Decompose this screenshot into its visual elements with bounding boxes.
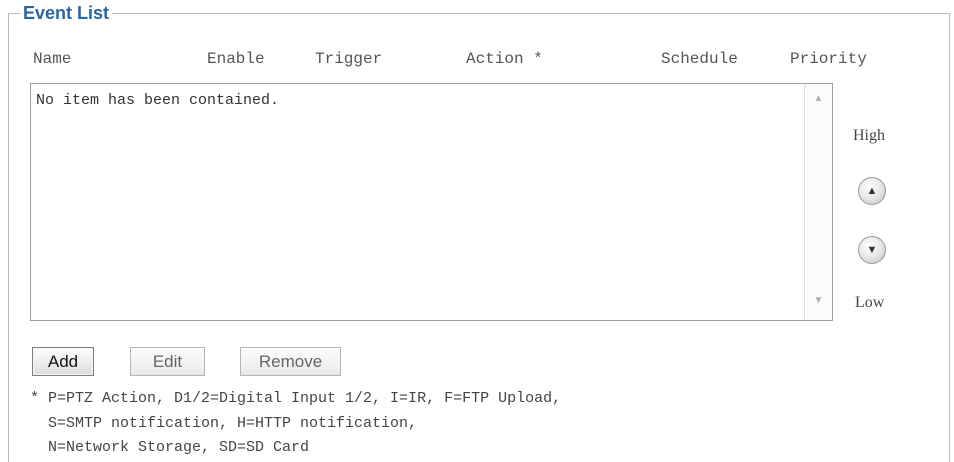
action-legend-line-3: N=Network Storage, SD=SD Card — [48, 439, 310, 456]
action-legend-line-1: * P=PTZ Action, D1/2=Digital Input 1/2, … — [30, 390, 562, 407]
column-header-name: Name — [33, 50, 72, 68]
add-button[interactable]: Add — [32, 347, 94, 376]
arrow-up-icon: ▲ — [866, 185, 878, 197]
column-header-schedule: Schedule — [661, 50, 738, 68]
column-header-trigger: Trigger — [315, 50, 383, 68]
priority-low-label: Low — [855, 294, 885, 311]
empty-list-message: No item has been contained. — [36, 92, 280, 109]
listbox-scrollbar[interactable]: ▲ ▼ — [804, 84, 832, 320]
arrow-down-icon: ▼ — [866, 244, 878, 256]
priority-up-button[interactable]: ▲ — [858, 177, 886, 205]
scroll-down-arrow-icon[interactable]: ▼ — [805, 292, 832, 310]
action-legend-line-2: S=SMTP notification, H=HTTP notification… — [48, 415, 418, 432]
column-header-enable: Enable — [207, 50, 265, 68]
priority-down-button[interactable]: ▼ — [858, 236, 886, 264]
edit-button[interactable]: Edit — [130, 347, 205, 376]
event-listbox[interactable]: No item has been contained. ▲ ▼ — [30, 83, 833, 321]
column-header-action: Action * — [466, 50, 543, 68]
column-header-priority: Priority — [790, 50, 867, 68]
scroll-up-arrow-icon[interactable]: ▲ — [805, 90, 832, 108]
remove-button[interactable]: Remove — [240, 347, 341, 376]
event-list-title: Event List — [20, 2, 113, 24]
priority-high-label: High — [853, 127, 885, 144]
